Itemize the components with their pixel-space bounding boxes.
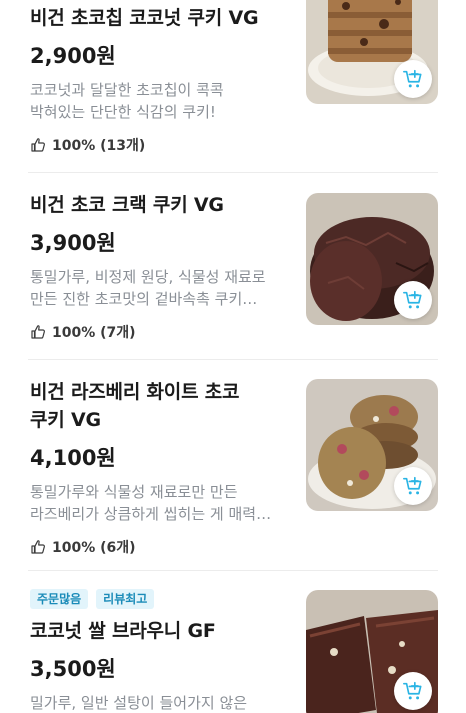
product-image[interactable] (306, 193, 438, 325)
product-list: 비건 초코칩 코코넛 쿠키 VG 2,900원 코코넛과 달달한 초코칩이 콕콕… (0, 0, 466, 713)
product-name: 비건 초코 크랙 쿠키 VG (30, 194, 224, 216)
product-description: 밀가루, 일반 설탕이 들어가지 않은 (30, 694, 248, 712)
product-name: 비건 라즈베리 화이트 초코 쿠키 VG (30, 381, 240, 431)
product-item-3[interactable]: 비건 라즈베리 화이트 초코 쿠키 VG 4,100원 통밀가루와 식물성 재료… (0, 360, 466, 570)
badge-group: 주문많음 리뷰최고 (30, 589, 292, 609)
product-item-1[interactable]: 비건 초코칩 코코넛 쿠키 VG 2,900원 코코넛과 달달한 초코칩이 콕콕… (0, 0, 466, 172)
product-item-2[interactable]: 비건 초코 크랙 쿠키 VG 3,900원 통밀가루, 비정제 원당, 식물성 … (0, 173, 466, 359)
product-rating: 100% (6개) (30, 537, 292, 557)
add-to-cart-button[interactable] (394, 281, 432, 319)
add-to-cart-button[interactable] (394, 467, 432, 505)
rating-text: 100% (13개) (52, 138, 146, 154)
product-image[interactable] (306, 590, 438, 713)
add-to-cart-button[interactable] (394, 672, 432, 710)
product-rating: 100% (7개) (30, 322, 292, 342)
rating-text: 100% (6개) (52, 540, 136, 556)
product-description: 코코넛과 달달한 초코칩이 콕콕 박혀있는 단단한 식감의 쿠키! (30, 81, 224, 121)
badge-best-review: 리뷰최고 (96, 589, 155, 609)
product-price: 2,900원 (30, 44, 116, 68)
product-price: 3,500원 (30, 657, 116, 681)
cart-add-icon (403, 69, 422, 88)
rating-text: 100% (7개) (52, 325, 136, 341)
product-name: 비건 초코칩 코코넛 쿠키 VG (30, 7, 259, 29)
thumbs-up-icon (31, 540, 45, 554)
product-price: 4,100원 (30, 446, 116, 470)
thumbs-up-icon (31, 325, 45, 339)
thumbs-up-icon (31, 138, 45, 152)
cart-add-icon (403, 290, 422, 309)
product-name: 코코넛 쌀 브라우니 GF (30, 620, 216, 642)
cart-add-icon (403, 476, 422, 495)
product-description: 통밀가루, 비정제 원당, 식물성 재료로 만든 진한 초코맛의 겉바속촉 쿠키… (30, 268, 266, 308)
cart-add-icon (403, 681, 422, 700)
product-price: 3,900원 (30, 231, 116, 255)
product-rating: 100% (13개) (30, 135, 292, 155)
add-to-cart-button[interactable] (394, 60, 432, 98)
product-image[interactable] (306, 379, 438, 511)
badge-popular: 주문많음 (30, 589, 89, 609)
product-item-4[interactable]: 주문많음 리뷰최고 코코넛 쌀 브라우니 GF 3,500원 밀가루, 일반 설… (0, 571, 466, 713)
product-description: 통밀가루와 식물성 재료로만 만든 라즈베리가 상큼하게 씹히는 게 매력… (30, 483, 272, 523)
product-image[interactable] (306, 0, 438, 104)
